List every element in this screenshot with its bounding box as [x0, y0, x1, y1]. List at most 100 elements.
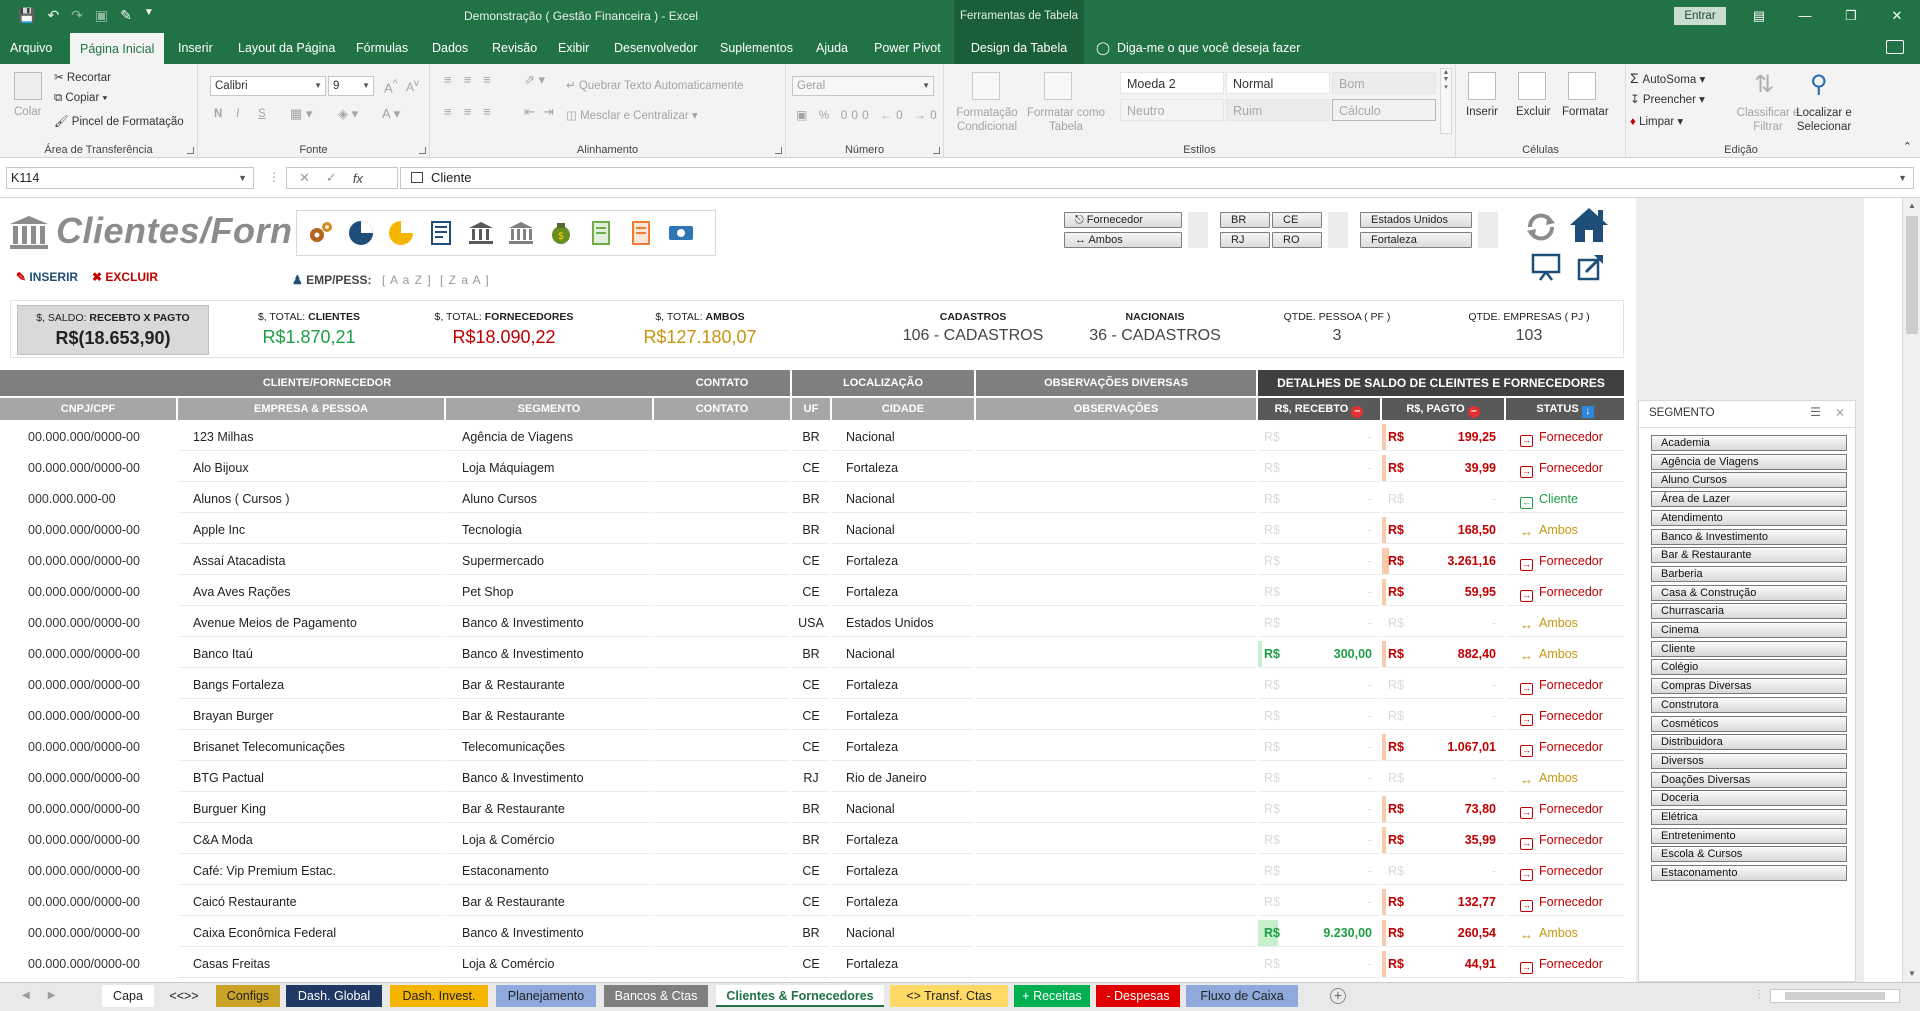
observacoes-cell[interactable] [976, 858, 1256, 885]
gears-icon[interactable] [303, 215, 339, 251]
segment-item[interactable]: Compras Diversas [1651, 678, 1847, 695]
segmento-cell[interactable]: Tecnologia [446, 517, 652, 544]
cnpj-cell[interactable]: 00.000.000/0000-00 [12, 610, 176, 637]
style-normal[interactable]: Normal [1226, 72, 1330, 94]
cnpj-cell[interactable]: 00.000.000/0000-00 [12, 641, 176, 668]
font-launcher[interactable] [419, 147, 426, 154]
recebto-cell[interactable]: R$ - [1258, 734, 1380, 761]
observacoes-cell[interactable] [976, 796, 1256, 823]
segment-item[interactable]: Cliente [1651, 640, 1847, 657]
uf-cell[interactable]: BR [792, 517, 830, 544]
status-cell[interactable]: → Fornecedor [1506, 951, 1624, 978]
status-cell[interactable]: ↔ Ambos [1506, 610, 1624, 637]
observacoes-cell[interactable] [976, 455, 1256, 482]
cnpj-cell[interactable]: 00.000.000/0000-00 [12, 734, 176, 761]
cnpj-cell[interactable]: 00.000.000/0000-00 [12, 796, 176, 823]
sheet-tab[interactable]: Capa [102, 985, 154, 1007]
fill-button[interactable]: ↧ Preencher ▾ [1630, 92, 1705, 106]
segment-item[interactable]: Construtora [1651, 696, 1847, 713]
style-ruim[interactable]: Ruim [1226, 99, 1330, 121]
pagto-cell[interactable]: R$ - [1382, 610, 1504, 637]
cnpj-cell[interactable]: 00.000.000/0000-00 [12, 827, 176, 854]
col-header-contato[interactable]: CONTATO [654, 398, 790, 420]
cidade-cell[interactable]: Fortaleza [832, 951, 974, 978]
segmento-cell[interactable]: Bar & Restaurante [446, 703, 652, 730]
uf-cell[interactable]: CE [792, 455, 830, 482]
alignment-launcher[interactable] [775, 147, 782, 154]
restore-icon[interactable]: ❐ [1828, 0, 1874, 32]
sheet-tab[interactable]: Planejamento [496, 985, 596, 1007]
recebto-cell[interactable]: R$ - [1258, 858, 1380, 885]
observacoes-cell[interactable] [976, 610, 1256, 637]
observacoes-cell[interactable] [976, 765, 1256, 792]
pie-chart-icon[interactable] [343, 215, 379, 251]
delete-cells-button[interactable]: Excluir [1516, 106, 1551, 118]
status-cell[interactable]: → Fornecedor [1506, 827, 1624, 854]
font-color-icon[interactable]: A ▾ [382, 106, 400, 122]
cidade-cell[interactable]: Nacional [832, 920, 974, 947]
presentation-screen-icon[interactable] [1530, 252, 1562, 282]
status-cell[interactable]: → Fornecedor [1506, 424, 1624, 451]
contato-cell[interactable] [654, 920, 790, 947]
status-cell[interactable]: ↔ Ambos [1506, 765, 1624, 792]
uf-cell[interactable]: CE [792, 672, 830, 699]
observacoes-cell[interactable] [976, 734, 1256, 761]
cnpj-cell[interactable]: 00.000.000/0000-00 [12, 858, 176, 885]
segmento-cell[interactable]: Supermercado [446, 548, 652, 575]
segmento-cell[interactable]: Loja & Comércio [446, 827, 652, 854]
style-moeda2[interactable]: Moeda 2 [1120, 72, 1224, 94]
segment-item[interactable]: Entretenimento [1651, 827, 1847, 844]
status-cell[interactable]: → Fornecedor [1506, 703, 1624, 730]
format-painter-button[interactable]: 🖌 Pincel de Formatação [54, 114, 184, 128]
bank-icon[interactable] [463, 215, 499, 251]
pagto-cell[interactable]: R$ 882,40 [1382, 641, 1504, 668]
contato-cell[interactable] [654, 486, 790, 513]
table-row[interactable]: 00.000.000/0000-00 Brayan Burger Bar & Res… [0, 701, 1636, 732]
comments-icon[interactable] [1886, 40, 1904, 54]
style-calculo[interactable]: Cálculo [1332, 99, 1436, 121]
segmento-cell[interactable]: Bar & Restaurante [446, 672, 652, 699]
indent-icons[interactable]: ⇤⇥ [524, 104, 562, 120]
filter-ambos-button[interactable]: ↔ Ambos [1064, 232, 1182, 248]
kpi-saldo[interactable]: $, SALDO: RECEBTO X PAGTO R$(18.653,90) [17, 305, 209, 355]
segment-item[interactable]: Churrascaria [1651, 603, 1847, 620]
sheet-tab[interactable]: - Despesas [1096, 985, 1180, 1007]
contato-cell[interactable] [654, 951, 790, 978]
uf-cell[interactable]: CE [792, 579, 830, 606]
contato-cell[interactable] [654, 672, 790, 699]
horizontal-align-icons[interactable]: ≡≡≡ [444, 104, 503, 119]
filter-uf-ce[interactable]: CE [1272, 212, 1322, 228]
segment-item[interactable]: Aluno Cursos [1651, 472, 1847, 489]
cidade-cell[interactable]: Fortaleza [832, 455, 974, 482]
recebto-cell[interactable]: R$ - [1258, 579, 1380, 606]
pagto-cell[interactable]: R$ 35,99 [1382, 827, 1504, 854]
observacoes-cell[interactable] [976, 548, 1256, 575]
sheet-tab[interactable]: Dash. Global [286, 985, 382, 1007]
pagto-cell[interactable]: R$ - [1382, 858, 1504, 885]
cidade-cell[interactable]: Nacional [832, 796, 974, 823]
table-row[interactable]: 00.000.000/0000-00 Caixa Econômica Federa… [0, 918, 1636, 949]
tab-dados[interactable]: Dados [422, 32, 478, 64]
uf-cell[interactable]: BR [792, 796, 830, 823]
pie-chart-yellow-icon[interactable] [383, 215, 419, 251]
cnpj-cell[interactable]: 000.000.000-00 [12, 486, 176, 513]
recebto-cell[interactable]: R$ - [1258, 827, 1380, 854]
refresh-icon[interactable] [1524, 212, 1558, 242]
segment-item[interactable]: Doceria [1651, 790, 1847, 807]
segmento-cell[interactable]: Agência de Viagens [446, 424, 652, 451]
table-row[interactable]: 00.000.000/0000-00 Burguer King Bar & Rest… [0, 794, 1636, 825]
status-cell[interactable]: → Fornecedor [1506, 672, 1624, 699]
segment-item[interactable]: Diversos [1651, 752, 1847, 769]
table-row[interactable]: 00.000.000/0000-00 123 Milhas Agência de V… [0, 422, 1636, 453]
close-icon[interactable]: ✕ [1874, 0, 1920, 32]
contato-cell[interactable] [654, 579, 790, 606]
pagto-cell[interactable]: R$ 260,54 [1382, 920, 1504, 947]
recebto-cell[interactable]: R$ - [1258, 548, 1380, 575]
report-document-icon[interactable] [423, 215, 459, 251]
contato-cell[interactable] [654, 548, 790, 575]
pagto-cell[interactable]: R$ 59,95 [1382, 579, 1504, 606]
observacoes-cell[interactable] [976, 424, 1256, 451]
insert-cells-icon[interactable] [1468, 72, 1496, 100]
money-bag-icon[interactable]: $ [543, 215, 579, 251]
col-header-cidade[interactable]: CIDADE [832, 398, 974, 420]
